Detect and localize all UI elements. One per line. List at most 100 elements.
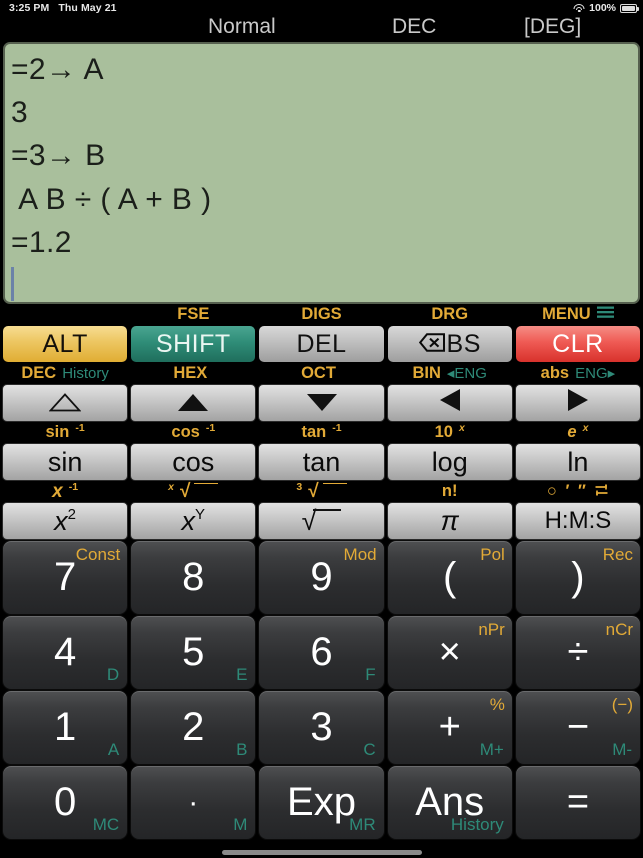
divide-key[interactable]: ÷ nCr xyxy=(514,615,642,690)
minus-key-label: − xyxy=(566,706,590,748)
hamburger-menu-icon[interactable] xyxy=(596,306,614,323)
trig-shift-sup: x xyxy=(458,422,465,435)
keypad-row: 4D 5E 6F × nPr ÷ nCr xyxy=(1,615,642,690)
display-line: =1.2 xyxy=(11,225,72,259)
tan-key-label: tan xyxy=(302,446,341,477)
status-time: 3:25 PM xyxy=(9,2,50,14)
digit-2-key[interactable]: 2B xyxy=(130,690,257,765)
clear-key[interactable]: CLR xyxy=(514,325,642,363)
digit-8-key[interactable]: 8 xyxy=(130,540,257,615)
divide-alt-label: nCr xyxy=(605,620,634,639)
home-indicator[interactable] xyxy=(221,850,422,855)
calculator-display[interactable]: =2→ A 3 =3→ B A B ÷ ( A + B ) =1.2 xyxy=(3,42,640,304)
sin-key[interactable]: sin xyxy=(2,443,129,481)
keypad-row: 1A 2B 3C +% M+ − (−) M- xyxy=(1,690,642,765)
alt-key[interactable]: ALT xyxy=(2,325,129,363)
answer-hex-label: History xyxy=(450,815,504,834)
left-paren-key[interactable]: (Pol xyxy=(386,540,513,615)
cursor-up-outline-key[interactable] xyxy=(2,384,129,422)
ln-key[interactable]: ln xyxy=(514,443,642,481)
display-line: =2→ A xyxy=(11,53,104,86)
triangle-down-filled-icon xyxy=(306,388,338,419)
digit-3-key-label: 3 xyxy=(310,705,333,749)
answer-key[interactable]: Ans History xyxy=(386,765,513,840)
keypad-row: 0 MC · M Exp MR Ans History = xyxy=(1,765,642,840)
cursor-up-key[interactable] xyxy=(130,384,257,422)
display-line: 3 xyxy=(11,96,29,130)
status-bar-right: 100% xyxy=(573,0,639,16)
sqrt-key[interactable]: √ xyxy=(258,502,385,540)
digit-6-key[interactable]: 6F xyxy=(258,615,385,690)
display-mode-label[interactable]: Normal xyxy=(208,15,276,39)
left-paren-alt-label: Pol xyxy=(480,545,505,564)
plus-alt-label: % xyxy=(489,695,505,714)
arrow-alt-label: ◂ENG xyxy=(446,365,487,382)
power-shift-label: ○ ′ ″ xyxy=(546,482,588,501)
digit-1-key[interactable]: 1A xyxy=(2,690,129,765)
digit-5-key[interactable]: 5E xyxy=(130,615,257,690)
digit-9-key-label: 9 xyxy=(310,555,333,599)
multiply-key[interactable]: × nPr xyxy=(386,615,513,690)
status-date: Thu May 21 xyxy=(58,2,117,14)
cursor-down-key[interactable] xyxy=(258,384,385,422)
trig-shift-sup: x xyxy=(582,422,589,435)
angle-unit-label[interactable]: [DEG] xyxy=(524,15,581,39)
arrow-shift-label: abs xyxy=(540,364,570,383)
minus-hex-label: M- xyxy=(612,740,633,759)
digit-4-hex-label: D xyxy=(106,665,120,684)
trig-shift-sup: -1 xyxy=(75,422,85,435)
tan-key[interactable]: tan xyxy=(258,443,385,481)
battery-percent: 100% xyxy=(589,2,616,14)
trig-row: sin cos tan log ln xyxy=(1,443,642,481)
del-key[interactable]: DEL xyxy=(258,325,385,363)
cursor-right-key[interactable] xyxy=(514,384,642,422)
cos-key[interactable]: cos xyxy=(130,443,257,481)
right-paren-key-label: ) xyxy=(571,555,585,599)
del-key-label: DEL xyxy=(296,329,347,358)
plus-key-label: + xyxy=(438,706,461,748)
function-shift-label: DRG xyxy=(431,305,469,324)
right-paren-key[interactable]: ) Rec xyxy=(514,540,642,615)
log-key[interactable]: log xyxy=(386,443,513,481)
trig-shift-sup: -1 xyxy=(332,422,342,435)
cos-key-label: cos xyxy=(172,446,215,477)
shift-key[interactable]: SHIFT xyxy=(130,325,257,363)
dms-convert-icon xyxy=(594,483,609,501)
decimal-point-key[interactable]: · M xyxy=(130,765,257,840)
power-shift-sup: -1 xyxy=(68,481,79,494)
digit-7-key[interactable]: 7 Const xyxy=(2,540,129,615)
number-base-label[interactable]: DEC xyxy=(392,15,436,39)
digit-4-key[interactable]: 4D xyxy=(2,615,129,690)
cursor-left-key[interactable] xyxy=(386,384,513,422)
arrow-alt-label: History xyxy=(62,365,109,382)
square-key[interactable]: x2 xyxy=(2,502,129,540)
pi-key[interactable]: π xyxy=(386,502,513,540)
digit-7-key-label: 7 xyxy=(53,555,77,599)
exponent-key-label: Exp xyxy=(287,780,356,824)
digit-0-key[interactable]: 0 MC xyxy=(2,765,129,840)
digit-2-hex-label: B xyxy=(236,740,248,759)
square-key-sup: 2 xyxy=(67,505,77,523)
ln-key-label: ln xyxy=(567,446,589,477)
exponent-hex-label: MR xyxy=(349,815,376,834)
digit-0-key-label: 0 xyxy=(53,780,77,824)
arrow-shift-label: OCT xyxy=(301,364,336,383)
exponent-key[interactable]: Exp MR xyxy=(258,765,385,840)
plus-key[interactable]: +% M+ xyxy=(386,690,513,765)
hms-key-label: H:M:S xyxy=(544,507,612,534)
digit-3-hex-label: C xyxy=(363,740,376,759)
mode-header: Normal DEC [DEG] xyxy=(0,15,643,42)
power-key[interactable]: xY xyxy=(130,502,257,540)
equals-key[interactable]: = xyxy=(514,765,642,840)
plus-hex-label: M+ xyxy=(479,740,504,759)
hms-key[interactable]: H:M:S xyxy=(514,502,642,540)
power-row: x2 xY √ π H:M:S xyxy=(1,502,642,540)
minus-key[interactable]: − (−) M- xyxy=(514,690,642,765)
digit-9-key[interactable]: 9 Mod xyxy=(258,540,385,615)
backspace-key[interactable]: BS xyxy=(386,325,513,363)
digit-3-key[interactable]: 3C xyxy=(258,690,385,765)
digit-7-alt-label: Const xyxy=(75,545,121,564)
arrow-alt-label: ENG▸ xyxy=(575,365,616,382)
power-shift-label: √ xyxy=(180,481,191,502)
decimal-point-hex-label: M xyxy=(233,815,248,834)
